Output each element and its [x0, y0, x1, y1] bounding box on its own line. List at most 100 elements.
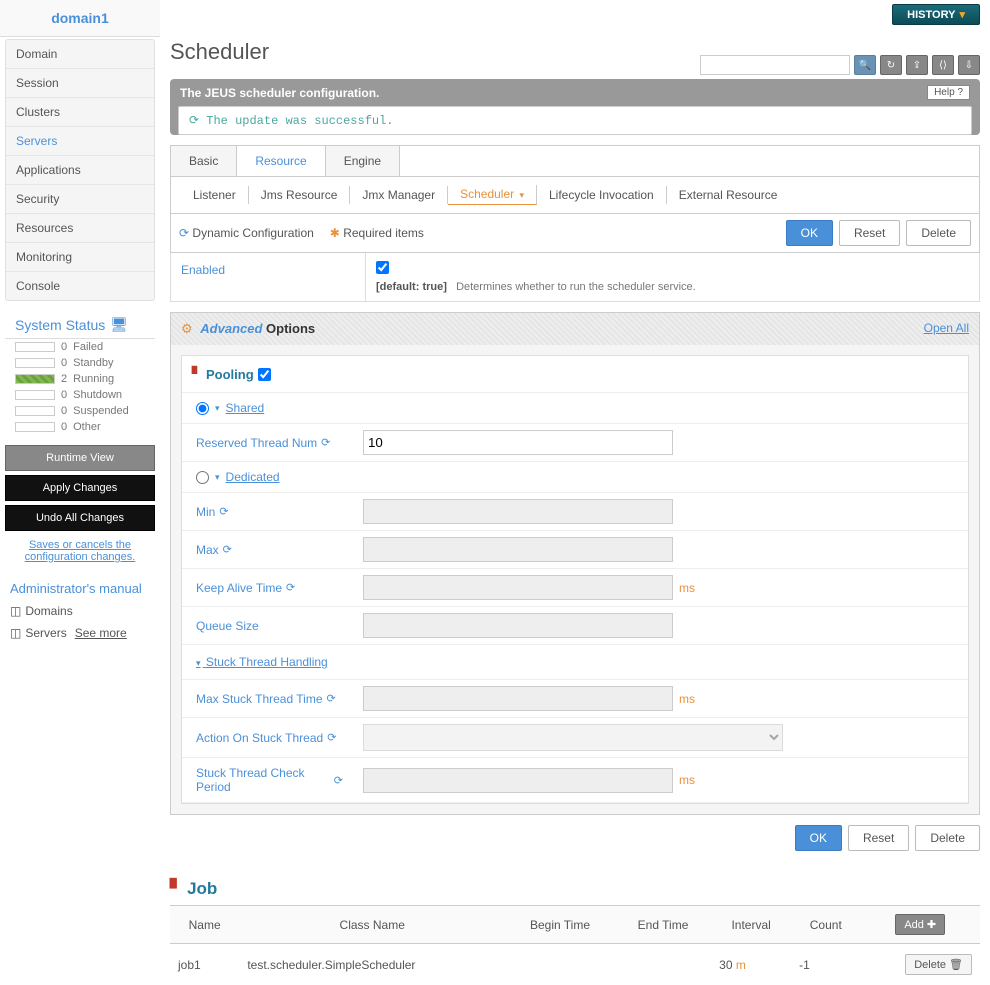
job-add-button[interactable]: Add ✚ — [895, 914, 945, 935]
dyn-config-indicator: ⟳ Dynamic Configuration — [179, 226, 314, 240]
subtab-listener[interactable]: Listener — [181, 186, 249, 204]
nav-item-monitoring[interactable]: Monitoring — [6, 243, 154, 272]
subtab-external-resource[interactable]: External Resource — [667, 186, 790, 204]
admin-servers-link[interactable]: ◫ServersSee more — [10, 622, 150, 644]
status-bar — [15, 358, 55, 368]
banner-title: The JEUS scheduler configuration. — [180, 86, 379, 100]
chevron-down-icon: ▾ — [196, 658, 201, 668]
job-table: NameClass NameBegin TimeEnd TimeInterval… — [170, 905, 980, 985]
status-count: 0 — [61, 405, 67, 417]
status-bar — [15, 406, 55, 416]
ms-unit: ms — [679, 581, 695, 595]
status-label: Failed — [73, 341, 103, 353]
apply-changes-button[interactable]: Apply Changes — [5, 475, 155, 501]
action-stuck-select[interactable] — [363, 724, 783, 751]
delete-button-top[interactable]: Delete — [906, 220, 971, 246]
xml-button[interactable]: ⟨⟩ — [932, 55, 954, 75]
export-icon: ↻ — [887, 60, 895, 71]
admin-domains-label: Domains — [25, 604, 72, 618]
job-col-name: Name — [170, 906, 239, 944]
nav-item-resources[interactable]: Resources — [6, 214, 154, 243]
import-button[interactable]: ⇩ — [958, 55, 980, 75]
tab-engine[interactable]: Engine — [326, 146, 400, 176]
sync-icon: ⟳ — [179, 226, 189, 240]
search-button[interactable]: 🔍 — [854, 55, 876, 75]
tab-resource[interactable]: Resource — [237, 146, 325, 176]
config-hint-link[interactable]: Saves or cancels the configuration chang… — [5, 535, 155, 567]
stuck-thread-handling-link[interactable]: ▾ Stuck Thread Handling — [182, 645, 968, 680]
pooling-label: Pooling — [206, 367, 254, 382]
export-button-1[interactable]: ↻ — [880, 55, 902, 75]
sync-icon: ⟳ — [327, 731, 336, 744]
flag-icon: ▘ — [192, 366, 202, 382]
status-count: 0 — [61, 357, 67, 369]
subtab-jms-resource[interactable]: Jms Resource — [249, 186, 351, 204]
sync-icon: ⟳ — [334, 774, 343, 787]
nav-item-domain[interactable]: Domain — [6, 40, 154, 69]
max-input[interactable] — [363, 537, 673, 562]
dedicated-radio[interactable] — [196, 471, 209, 484]
shared-radio[interactable] — [196, 402, 209, 415]
reset-button-bottom[interactable]: Reset — [848, 825, 909, 851]
max-stuck-input[interactable] — [363, 686, 673, 711]
dedicated-link[interactable]: Dedicated — [226, 470, 280, 484]
see-more-link[interactable]: See more — [75, 626, 127, 640]
reset-button-top[interactable]: Reset — [839, 220, 900, 246]
min-input[interactable] — [363, 499, 673, 524]
status-label: Running — [73, 373, 114, 385]
job-col-count: Count — [791, 906, 860, 944]
job-delete-button[interactable]: Delete 🗑 — [905, 954, 972, 975]
ok-button-top[interactable]: OK — [786, 220, 833, 246]
nav-item-servers[interactable]: Servers — [6, 127, 154, 156]
shared-link[interactable]: Shared — [226, 401, 265, 415]
help-button[interactable]: Help ? — [927, 85, 970, 100]
reserved-thread-num-input[interactable] — [363, 430, 673, 455]
admin-servers-label: Servers — [25, 626, 66, 640]
nav-item-security[interactable]: Security — [6, 185, 154, 214]
ms-unit: ms — [679, 773, 695, 787]
status-label: Standby — [73, 357, 113, 369]
undo-changes-button[interactable]: Undo All Changes — [5, 505, 155, 531]
job-col-end-time: End Time — [615, 906, 711, 944]
subtab-lifecycle-invocation[interactable]: Lifecycle Invocation — [537, 186, 667, 204]
sync-icon: ⟳ — [321, 436, 330, 449]
job-class: test.scheduler.SimpleScheduler — [239, 944, 505, 985]
refresh-icon: ⟳ — [189, 114, 199, 128]
enabled-label: Enabled — [171, 253, 366, 301]
stuck-check-label: Stuck Thread Check Period ⟳ — [182, 758, 357, 802]
book-icon: ◫ — [10, 604, 21, 618]
nav-item-console[interactable]: Console — [6, 272, 154, 300]
admin-manual-title: Administrator's manual — [10, 577, 150, 600]
stuck-check-input[interactable] — [363, 768, 673, 793]
subtab-jmx-manager[interactable]: Jmx Manager — [350, 186, 448, 204]
delete-button-bottom[interactable]: Delete — [915, 825, 980, 851]
domain-header[interactable]: domain1 — [0, 0, 160, 37]
export-button-2[interactable]: ⇪ — [906, 55, 928, 75]
subtab-scheduler[interactable]: Scheduler ▾ — [448, 185, 537, 205]
admin-domains-link[interactable]: ◫ Domains — [10, 600, 150, 622]
chevron-down-icon: ▾ — [215, 403, 220, 414]
nav-item-clusters[interactable]: Clusters — [6, 98, 154, 127]
search-input[interactable] — [700, 55, 850, 75]
ok-button-bottom[interactable]: OK — [795, 825, 842, 851]
status-bar — [15, 390, 55, 400]
status-row-failed: 0 Failed — [5, 339, 155, 355]
required-indicator: ✱ Required items — [330, 226, 424, 240]
open-all-link[interactable]: Open All — [924, 321, 969, 337]
job-col-class-name: Class Name — [239, 906, 505, 944]
pooling-checkbox[interactable] — [258, 368, 271, 381]
enabled-checkbox[interactable] — [376, 261, 389, 274]
xml-icon: ⟨⟩ — [939, 60, 947, 71]
status-count: 0 — [61, 421, 67, 433]
sub-tabs: ListenerJms ResourceJmx ManagerScheduler… — [170, 176, 980, 214]
search-icon: 🔍 — [859, 60, 871, 71]
queue-size-input[interactable] — [363, 613, 673, 638]
sync-icon: ⟳ — [219, 505, 228, 518]
nav-item-session[interactable]: Session — [6, 69, 154, 98]
runtime-view-button[interactable]: Runtime View — [5, 445, 155, 471]
nav-item-applications[interactable]: Applications — [6, 156, 154, 185]
tab-basic[interactable]: Basic — [171, 146, 237, 176]
keep-alive-input[interactable] — [363, 575, 673, 600]
history-button[interactable]: HISTORY ▾ — [892, 4, 980, 25]
status-label: Suspended — [73, 405, 129, 417]
